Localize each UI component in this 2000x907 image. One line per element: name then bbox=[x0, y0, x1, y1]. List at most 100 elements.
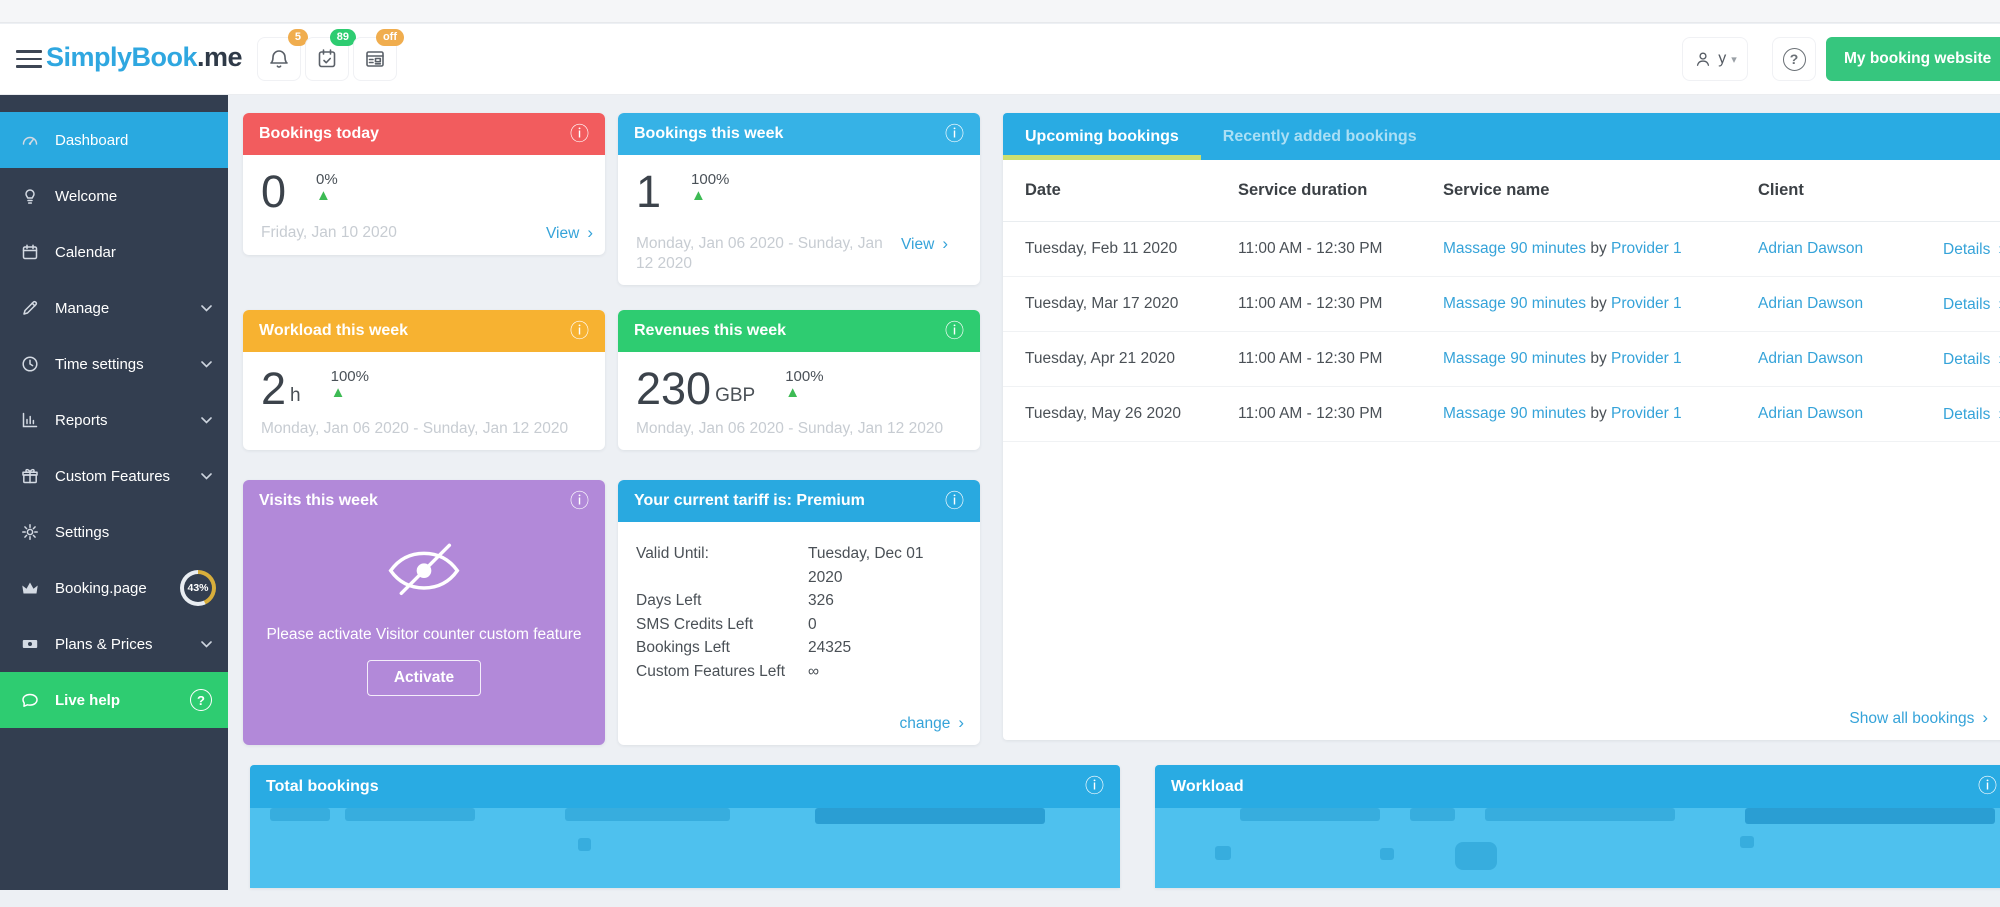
card-date: Friday, Jan 10 2020 bbox=[261, 223, 546, 242]
chevron-right-icon: › bbox=[958, 713, 964, 732]
news-button[interactable]: off bbox=[353, 37, 397, 81]
booking-service: Massage 90 minutes by Provider 1 bbox=[1443, 405, 1758, 423]
calendar-icon bbox=[20, 242, 40, 262]
chevron-right-icon: › bbox=[942, 234, 948, 253]
column-client: Client bbox=[1758, 181, 1943, 200]
service-link[interactable]: Massage 90 minutes bbox=[1443, 350, 1586, 367]
sidebar-item-manage[interactable]: Manage bbox=[0, 280, 228, 336]
trend-up-icon: ▲ bbox=[785, 385, 800, 402]
card-date: Monday, Jan 06 2020 - Sunday, Jan 12 202… bbox=[636, 234, 901, 273]
details-link[interactable]: Details› bbox=[1943, 296, 2000, 313]
client-link[interactable]: Adrian Dawson bbox=[1758, 295, 1943, 313]
info-icon[interactable]: ⓘ bbox=[945, 322, 964, 341]
card-revenues-week: Revenues this week ⓘ 230 GBP 100%▲ Monda… bbox=[618, 310, 980, 450]
card-title: Visits this week bbox=[259, 492, 378, 510]
card-header: Bookings today ⓘ bbox=[243, 113, 605, 155]
sidebar-item-dashboard[interactable]: Dashboard bbox=[0, 112, 228, 168]
trend-up-icon: ▲ bbox=[691, 188, 706, 205]
user-initial: y bbox=[1718, 50, 1726, 68]
sidebar-item-label: Settings bbox=[55, 524, 109, 541]
booking-row: Tuesday, Mar 17 2020 11:00 AM - 12:30 PM… bbox=[1003, 277, 2000, 332]
client-link[interactable]: Adrian Dawson bbox=[1758, 405, 1943, 423]
chevron-right-icon: › bbox=[1982, 708, 1988, 727]
column-service-name: Service name bbox=[1443, 181, 1758, 200]
tariff-row: Days Left326 bbox=[636, 589, 962, 613]
sidebar-item-custom-features[interactable]: Custom Features bbox=[0, 448, 228, 504]
view-link[interactable]: View› bbox=[901, 234, 948, 254]
info-icon[interactable]: ⓘ bbox=[945, 492, 964, 511]
sidebar-item-label: Reports bbox=[55, 412, 108, 429]
details-link[interactable]: Details› bbox=[1943, 241, 2000, 258]
booking-duration: 11:00 AM - 12:30 PM bbox=[1238, 240, 1443, 258]
provider-link[interactable]: Provider 1 bbox=[1611, 405, 1682, 422]
tab-recently-added-bookings[interactable]: Recently added bookings bbox=[1201, 113, 1439, 160]
chart-header: Workload ⓘ bbox=[1155, 765, 2000, 808]
sidebar-item-booking-page[interactable]: Booking.page 43% bbox=[0, 560, 228, 616]
booking-date: Tuesday, May 26 2020 bbox=[1025, 405, 1238, 423]
sidebar: Dashboard Welcome Calendar Manage Time s… bbox=[0, 95, 228, 890]
booking-row: Tuesday, Apr 21 2020 11:00 AM - 12:30 PM… bbox=[1003, 332, 2000, 387]
booking-service: Massage 90 minutes by Provider 1 bbox=[1443, 350, 1758, 368]
percent-change: 100% bbox=[691, 171, 729, 188]
calendar-check-icon bbox=[315, 47, 339, 71]
card-header: Your current tariff is: Premium ⓘ bbox=[618, 480, 980, 522]
service-link[interactable]: Massage 90 minutes bbox=[1443, 295, 1586, 312]
bookings-calendar-button[interactable]: 89 bbox=[305, 37, 349, 81]
sidebar-item-welcome[interactable]: Welcome bbox=[0, 168, 228, 224]
view-link[interactable]: View› bbox=[546, 223, 593, 243]
info-icon[interactable]: ⓘ bbox=[945, 125, 964, 144]
show-all-bookings-link[interactable]: Show all bookings› bbox=[1849, 708, 1988, 728]
notifications-button[interactable]: 5 bbox=[257, 37, 301, 81]
caret-down-icon: ▾ bbox=[1731, 53, 1737, 66]
tab-upcoming-bookings[interactable]: Upcoming bookings bbox=[1003, 113, 1201, 160]
sidebar-item-plans-prices[interactable]: Plans & Prices bbox=[0, 616, 228, 672]
booking-page-progress-ring: 43% bbox=[180, 570, 216, 606]
sidebar-item-calendar[interactable]: Calendar bbox=[0, 224, 228, 280]
chart-title: Total bookings bbox=[266, 778, 379, 796]
percent-change: 100% bbox=[331, 368, 369, 385]
details-link[interactable]: Details› bbox=[1943, 406, 2000, 423]
live-help-question-icon: ? bbox=[190, 689, 212, 711]
user-menu[interactable]: y ▾ bbox=[1682, 37, 1748, 81]
sidebar-item-reports[interactable]: Reports bbox=[0, 392, 228, 448]
person-icon bbox=[1693, 49, 1713, 69]
info-icon[interactable]: ⓘ bbox=[570, 322, 589, 341]
service-link[interactable]: Massage 90 minutes bbox=[1443, 240, 1586, 257]
client-link[interactable]: Adrian Dawson bbox=[1758, 240, 1943, 258]
provider-link[interactable]: Provider 1 bbox=[1611, 240, 1682, 257]
booking-date: Tuesday, Feb 11 2020 bbox=[1025, 240, 1238, 258]
details-link[interactable]: Details› bbox=[1943, 351, 2000, 368]
logo[interactable]: SimplyBook.me bbox=[46, 42, 242, 73]
sidebar-item-time-settings[interactable]: Time settings bbox=[0, 336, 228, 392]
chevron-down-icon bbox=[201, 641, 212, 648]
client-link[interactable]: Adrian Dawson bbox=[1758, 350, 1943, 368]
sidebar-item-label: Time settings bbox=[55, 356, 144, 373]
bookings-panel: Upcoming bookings Recently added booking… bbox=[1003, 113, 2000, 740]
provider-link[interactable]: Provider 1 bbox=[1611, 295, 1682, 312]
help-button[interactable]: ? bbox=[1772, 37, 1816, 81]
header-notification-group: 5 89 off bbox=[257, 37, 397, 81]
trend-up-icon: ▲ bbox=[331, 385, 346, 402]
change-tariff-link[interactable]: change› bbox=[899, 713, 964, 733]
info-icon[interactable]: ⓘ bbox=[570, 492, 589, 511]
tariff-row: Valid Until:Tuesday, Dec 01 2020 bbox=[636, 542, 962, 589]
info-icon[interactable]: ⓘ bbox=[1085, 777, 1104, 796]
info-icon[interactable]: ⓘ bbox=[1978, 777, 1997, 796]
sidebar-item-settings[interactable]: Settings bbox=[0, 504, 228, 560]
service-link[interactable]: Massage 90 minutes bbox=[1443, 405, 1586, 422]
info-icon[interactable]: ⓘ bbox=[570, 125, 589, 144]
bookings-table-header: Date Service duration Service name Clien… bbox=[1003, 160, 2000, 222]
my-booking-website-button[interactable]: My booking website bbox=[1826, 37, 2000, 81]
gift-icon bbox=[20, 466, 40, 486]
bookings-today-value: 0 bbox=[261, 169, 286, 214]
column-service-duration: Service duration bbox=[1238, 181, 1443, 200]
activate-button[interactable]: Activate bbox=[367, 660, 481, 696]
booking-duration: 11:00 AM - 12:30 PM bbox=[1238, 405, 1443, 423]
sidebar-item-live-help[interactable]: Live help ? bbox=[0, 672, 228, 728]
bar-chart-icon bbox=[20, 410, 40, 430]
provider-link[interactable]: Provider 1 bbox=[1611, 350, 1682, 367]
hamburger-menu-icon[interactable] bbox=[16, 50, 42, 68]
gear-icon bbox=[20, 522, 40, 542]
workload-value: 2 bbox=[261, 366, 286, 411]
chevron-down-icon bbox=[201, 417, 212, 424]
